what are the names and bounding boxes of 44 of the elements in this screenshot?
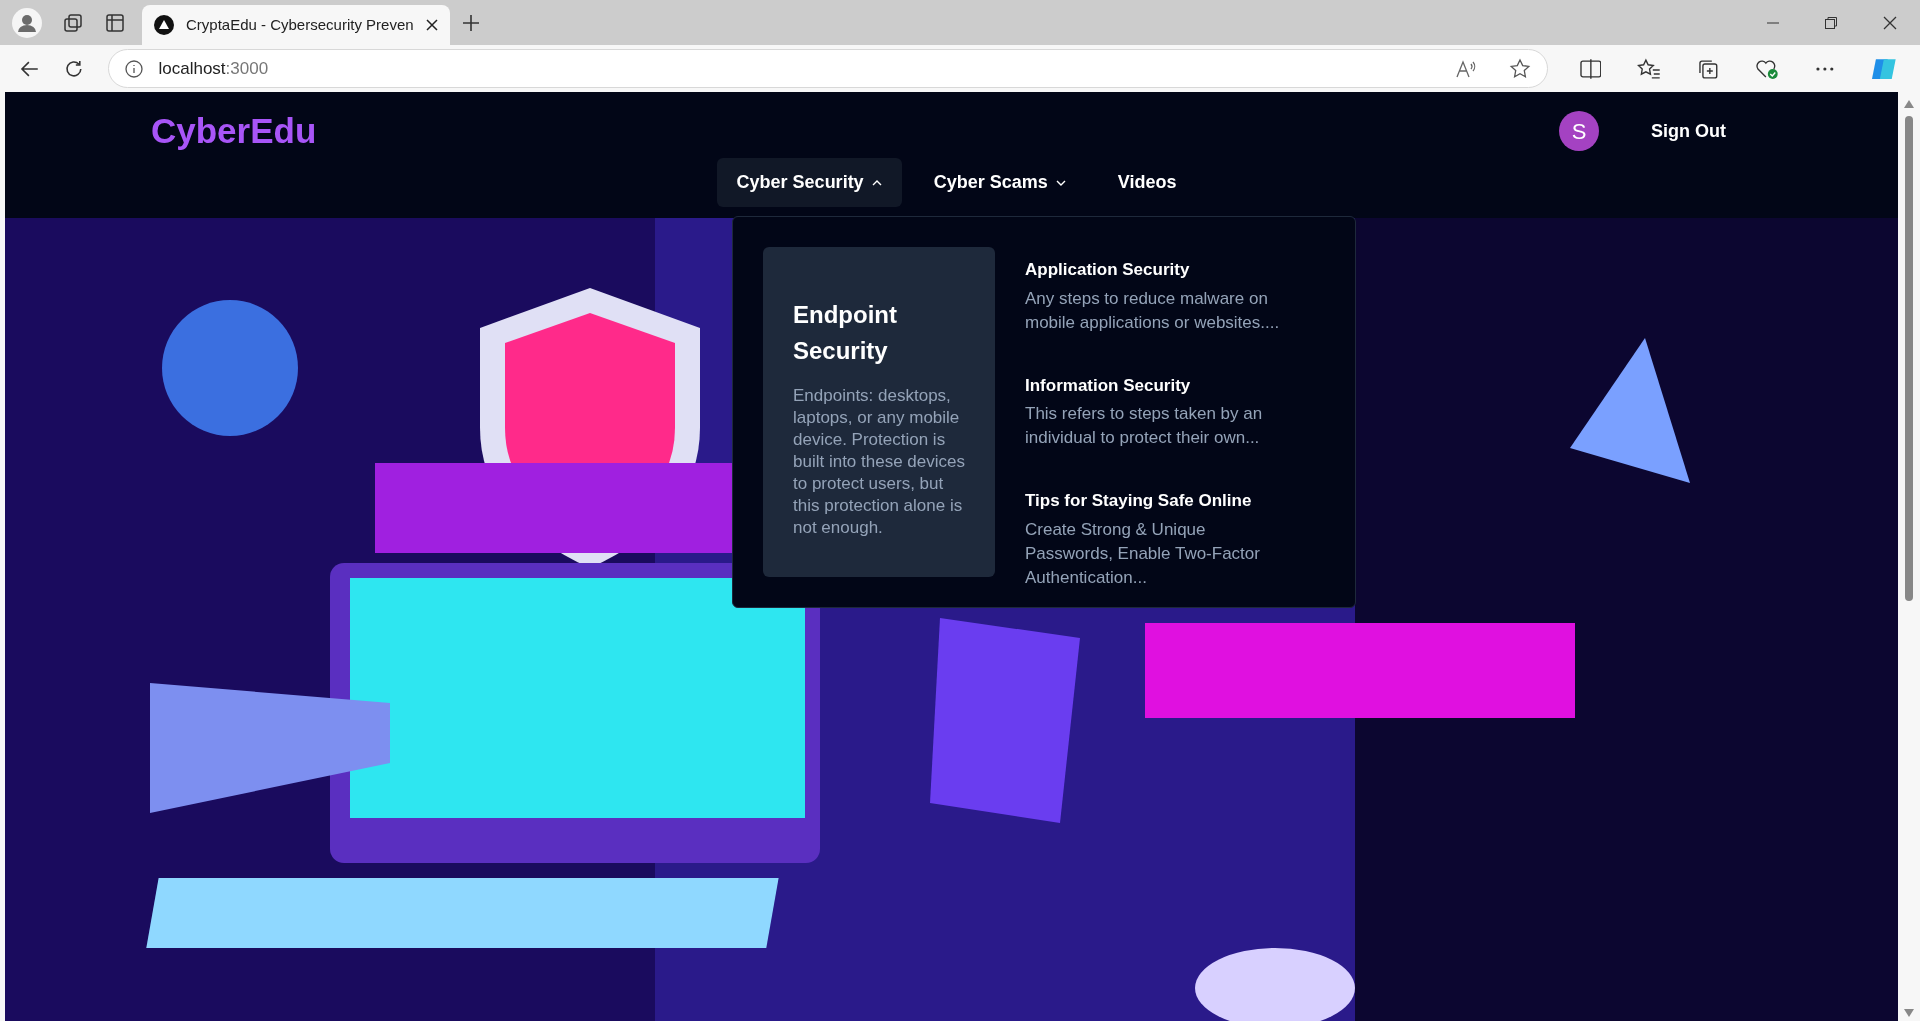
item-title: Information Security <box>1025 374 1192 397</box>
browser-tab[interactable]: CryptaEdu - Cybersecurity Preven <box>142 5 450 45</box>
info-icon <box>124 59 143 78</box>
nav-menu-button[interactable]: Cyber Security <box>716 158 902 207</box>
heart-pulse-icon[interactable] <box>1754 57 1779 80</box>
restore-icon[interactable] <box>1825 16 1837 29</box>
favorite-star-icon[interactable] <box>1508 57 1531 80</box>
scroll-up-icon[interactable] <box>1904 100 1914 108</box>
nav-link[interactable]: Videos <box>1097 158 1197 207</box>
collections-icon[interactable] <box>1697 57 1719 80</box>
new-tab-icon[interactable] <box>461 14 480 32</box>
featured-description: Endpoints: desktops, laptops, or any mobile device. Protection is built into these devices to protect users, but this protection alone is not enough. <box>793 385 965 539</box>
user-avatar[interactable]: S <box>1559 111 1599 151</box>
item-title: Tips for Staying Safe Online <box>1025 490 1253 512</box>
featured-title: Endpoint Security <box>793 300 898 366</box>
item-title: Application Security <box>1025 259 1191 281</box>
split-screen-icon[interactable] <box>1579 58 1602 79</box>
workspaces-icon[interactable] <box>62 11 84 34</box>
caret-icon <box>1055 178 1066 187</box>
site-favicon-icon <box>154 15 174 35</box>
address-bar[interactable]: localhost:3000 <box>107 49 1548 88</box>
featured-card[interactable]: Endpoint Security Endpoints: desktops, laptops, or any mobile device. Protection is built into these devices to protect users, but this protection alone is not enough. <box>763 247 995 577</box>
item-description: Create Strong & Unique Passwords, Enable Two-Factor Authentication... <box>1025 518 1261 589</box>
tab-actions-icon[interactable] <box>104 11 126 34</box>
close-tab-icon[interactable] <box>425 19 438 31</box>
tab-title: CryptaEdu - Cybersecurity Preven <box>186 14 414 35</box>
read-aloud-icon[interactable] <box>1454 58 1477 79</box>
close-icon[interactable] <box>1883 15 1897 30</box>
profile-icon[interactable] <box>12 7 42 38</box>
scroll-down-icon[interactable] <box>1904 1009 1914 1017</box>
item-description: This refers to steps taken by an individual to protect their own... <box>1025 403 1264 449</box>
item-description: Any steps to reduce malware on mobile applications or websites.... <box>1025 287 1281 334</box>
menu-item[interactable]: Application Security Any steps to reduce malware on mobile applications or websites.... <box>1025 257 1325 335</box>
scrollbar-thumb[interactable] <box>1905 116 1913 601</box>
refresh-icon[interactable] <box>63 58 84 79</box>
menu-item[interactable]: Tips for Staying Safe Online Create Strong & Unique Passwords, Enable Two-Factor Authentication... <box>1025 488 1325 590</box>
more-icon[interactable] <box>1814 65 1835 72</box>
url-text: localhost:3000 <box>158 57 269 80</box>
menu-item[interactable]: Information Security This refers to steps taken by an individual to protect their own... <box>1025 372 1325 450</box>
sign-out-button[interactable]: Sign Out <box>1639 109 1738 153</box>
favorites-icon[interactable] <box>1637 57 1662 80</box>
site-logo[interactable]: CyberEdu <box>151 104 317 158</box>
nav-menu-button[interactable]: Cyber Scams <box>913 158 1086 207</box>
caret-icon <box>871 178 882 187</box>
